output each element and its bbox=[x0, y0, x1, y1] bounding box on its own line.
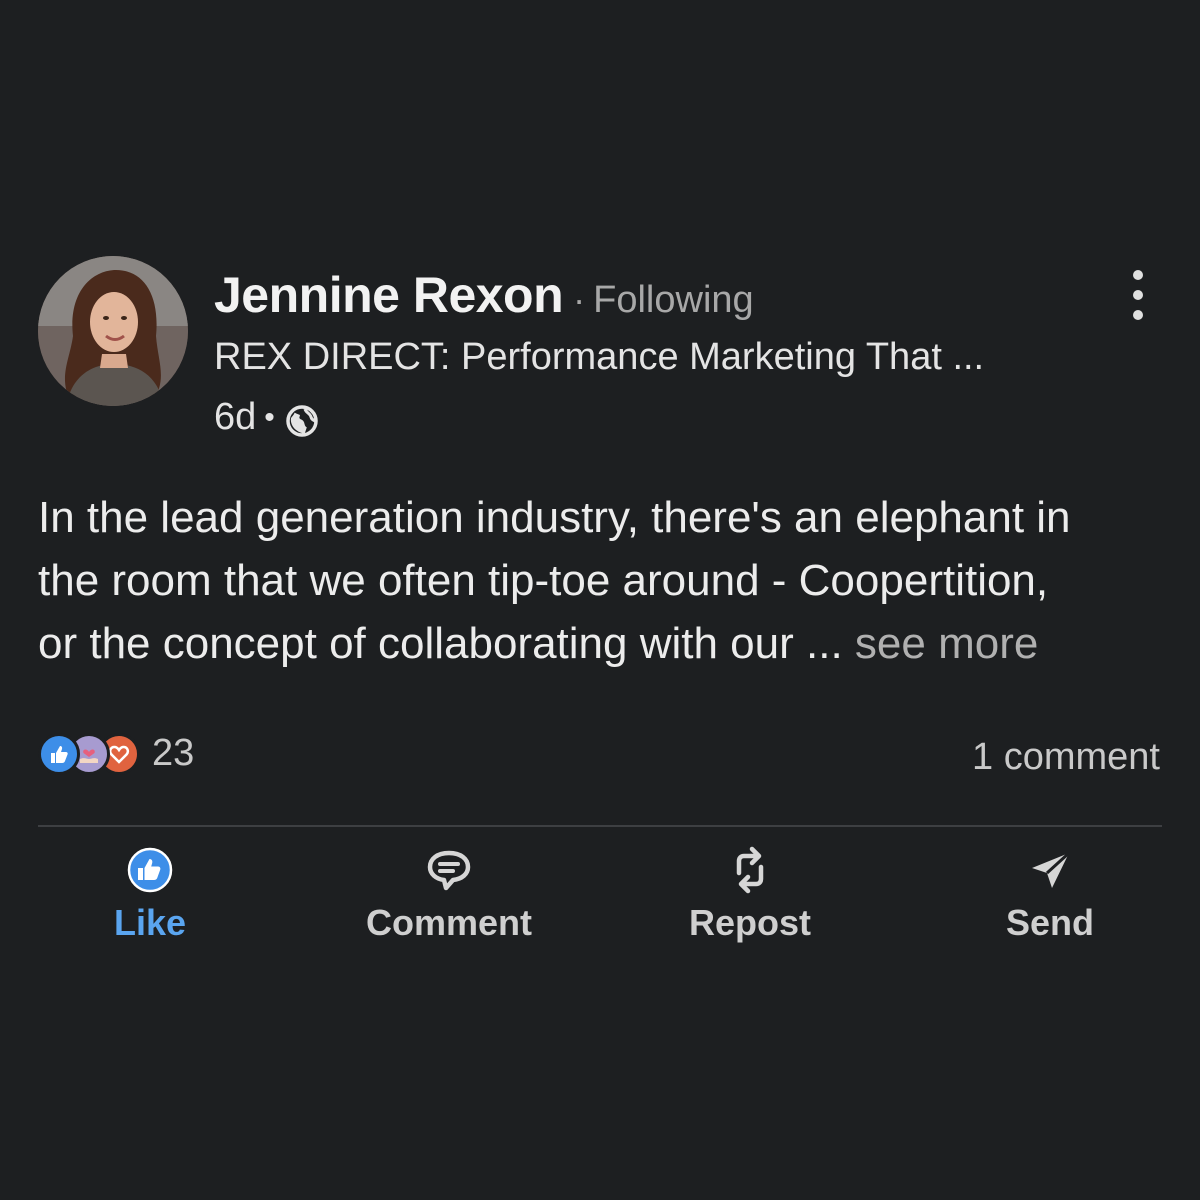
author-avatar[interactable] bbox=[38, 256, 188, 406]
post-meta: 6d • bbox=[214, 396, 319, 439]
name-separator: · bbox=[573, 279, 586, 320]
meta-separator: • bbox=[264, 400, 275, 434]
send-icon bbox=[1027, 842, 1073, 898]
comment-label: Comment bbox=[365, 902, 532, 943]
comment-count-link[interactable]: 1 comment bbox=[972, 736, 1160, 779]
post-timestamp: 6d bbox=[214, 396, 257, 438]
reactions-summary[interactable]: 23 bbox=[38, 732, 194, 775]
post-text-line: the room that we often tip-toe around - … bbox=[38, 556, 1049, 605]
send-label: Send bbox=[1005, 902, 1094, 943]
post-text-line: In the lead generation industry, there's… bbox=[38, 493, 1071, 542]
avatar-photo bbox=[38, 256, 188, 406]
repost-button[interactable]: Repost bbox=[630, 842, 870, 944]
author-name[interactable]: Jennine Rexon bbox=[214, 266, 564, 324]
post-text-line: or the concept of collaborating with our… bbox=[38, 619, 843, 668]
reaction-count: 23 bbox=[152, 732, 195, 774]
like-label: Like bbox=[113, 902, 187, 943]
thumbs-up-icon bbox=[127, 842, 173, 898]
comment-button[interactable]: Comment bbox=[329, 842, 569, 944]
post-body: In the lead generation industry, there's… bbox=[38, 486, 1168, 675]
like-reaction-icon bbox=[38, 732, 80, 775]
divider bbox=[38, 825, 1162, 827]
action-bar: Like Comment Repost Send bbox=[0, 842, 1200, 952]
feed-post: Jennine Rexon · Following REX DIRECT: Pe… bbox=[0, 0, 1200, 1200]
author-line: Jennine Rexon · Following bbox=[214, 266, 754, 326]
like-button[interactable]: Like bbox=[30, 842, 270, 944]
globe-icon bbox=[285, 404, 319, 438]
follow-status: Following bbox=[593, 279, 754, 321]
see-more-link[interactable]: see more bbox=[855, 619, 1038, 668]
repost-label: Repost bbox=[688, 902, 811, 943]
more-options-icon[interactable] bbox=[1122, 270, 1154, 320]
comment-bubble-icon bbox=[424, 842, 474, 898]
send-button[interactable]: Send bbox=[930, 842, 1170, 944]
author-headline: REX DIRECT: Performance Marketing That .… bbox=[214, 336, 985, 378]
repost-icon bbox=[727, 842, 773, 898]
post-text-line-last: or the concept of collaborating with our… bbox=[38, 612, 1168, 675]
